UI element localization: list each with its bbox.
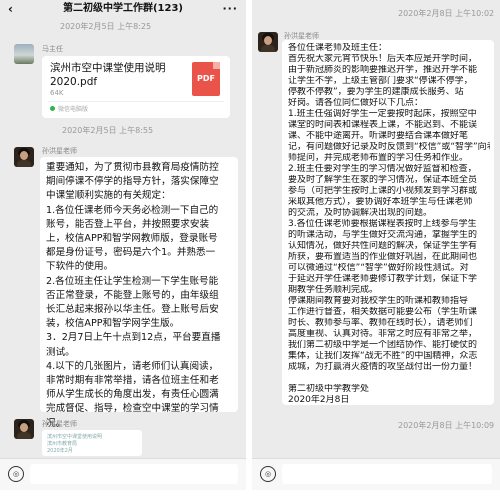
pdf-icon: PDF bbox=[192, 62, 220, 96]
message-line: 所获，要布置适当的作业做好巩固，在此期间也 bbox=[288, 252, 478, 262]
message-line: 参与（可把学生按时上课的小视频发到学习群或 bbox=[288, 186, 478, 196]
message-line: 可以微通过“校信”“智学”做好阶段性测试。对 bbox=[288, 263, 469, 273]
message-line: 3.各位任课老师要根据课程表按时上线参与学生 bbox=[288, 219, 477, 229]
avatar[interactable] bbox=[14, 44, 34, 64]
message-line: 3．2月7日上午十点到12点，平台要直播 bbox=[46, 332, 221, 344]
timestamp: 2020年2月5日 上午8:55 bbox=[62, 126, 154, 135]
message-line: 高度重视、认真对待。非常之时应有非常之举， bbox=[288, 329, 478, 339]
message-bubble[interactable]: 重要通知，为了贯彻市县教育局疫情防控 期间停课不停学的指导方针，落实保障空 中课堂顺… bbox=[40, 157, 238, 429]
divider bbox=[48, 101, 224, 102]
timestamp: 2020年2月8日 上午10:09 bbox=[398, 421, 495, 430]
message-line: 师从学生成长的角度出发，有责任心圆满 bbox=[46, 389, 219, 401]
avatar[interactable] bbox=[14, 419, 34, 439]
message-line: 期教学任务顺利完成。 bbox=[288, 285, 379, 295]
message-line: 让学生不学，上级主管部门要求“停课不停学， bbox=[288, 76, 473, 86]
message-line: 的听课活动，与学生做好交流沟通，掌握学生的 bbox=[288, 230, 478, 240]
message-line: 我们第二初级中学是一个团结协作、能打硬仗的 bbox=[288, 340, 478, 350]
message-line: 好岗。请各位同仁做好以下几点： bbox=[288, 98, 424, 108]
message-line: 首先祝大家元宵节快乐！后天本应是开学时间， bbox=[288, 54, 478, 64]
input-bar: ◎ bbox=[252, 458, 500, 490]
message-line: 时长、教师参与率、教师在线时长），请老师们 bbox=[288, 318, 473, 328]
message-line: 停课期间教育要对我校学生的听课和教师指导 bbox=[288, 296, 469, 306]
message-input[interactable] bbox=[30, 464, 238, 484]
message-line: 1.各位任课老师今天务必检测一下自己的 bbox=[46, 204, 219, 216]
message-line bbox=[288, 373, 490, 384]
voice-icon[interactable]: ◎ bbox=[260, 466, 276, 482]
message-line: 由于新冠肺炎的影响要推迟开学，推迟开学不能 bbox=[288, 65, 478, 75]
message-text: 重要通知，为了贯彻市县教育局疫情防控 期间停课不停学的指导方针，落实保障空 中课堂顺… bbox=[46, 161, 234, 431]
voice-icon[interactable]: ◎ bbox=[8, 466, 24, 482]
message-line: 账号，能否登上平台，并按照要求安装 bbox=[46, 218, 210, 230]
avatar[interactable] bbox=[14, 147, 34, 167]
file-source: 微信电脑版 bbox=[58, 106, 89, 113]
input-bar: ◎ bbox=[0, 458, 246, 490]
file-message[interactable]: 滨州市空中课堂使用说明 2020.pdf 64K 微信电脑版 PDF bbox=[42, 56, 230, 118]
message-line: 的交流，及时协调解决出现的问题。 bbox=[288, 208, 433, 218]
message-line: 各位任课老师及班主任： bbox=[288, 43, 388, 53]
message-text: 各位任课老师及班主任： 首先祝大家元宵节快乐！后天本应是开学时间， 由于新冠肺炎的影… bbox=[288, 43, 490, 406]
sender-name: 孙洪星老师 bbox=[42, 420, 77, 428]
message-line: 师提问，并完成老师布置的学习任务和作业。 bbox=[288, 153, 469, 163]
message-line: 认知情况，做好共性问题的解决，保证学生学有 bbox=[288, 241, 478, 251]
link-message[interactable]: 滨州市空中课堂使用说明 滨州市教育局 2020年2月 bbox=[42, 430, 142, 456]
message-line: 第二初级中学教学处 bbox=[288, 384, 370, 394]
message-line: 装，校信APP和智学网学生版。 bbox=[46, 318, 180, 330]
file-size: 64K bbox=[50, 89, 64, 97]
message-line: 测试。 bbox=[46, 346, 75, 358]
message-line: 课堂的时间表和课程表上课，不能迟到、不能误 bbox=[288, 120, 478, 130]
message-line: 上，校信APP和智学网教师版，登录账号 bbox=[46, 233, 218, 245]
sender-name: 孙洪星老师 bbox=[42, 147, 77, 155]
message-line: 非常时期有非常举措，请各位班主任和老 bbox=[46, 375, 219, 387]
message-line: 2020年2月8日 bbox=[288, 395, 350, 405]
more-icon[interactable]: ··· bbox=[222, 0, 238, 18]
avatar[interactable] bbox=[258, 32, 278, 52]
message-line: 重要通知，为了贯彻市县教育局疫情防控 bbox=[46, 162, 219, 173]
sender-name: 马主任 bbox=[42, 45, 63, 53]
message-line: 采取其他方式），要协调好本班学生与任课老师 bbox=[288, 197, 473, 207]
chat-title: ‹ 第二初级中学工作群(123) ··· bbox=[0, 0, 246, 18]
timestamp: 2020年2月5日 上午8:25 bbox=[60, 22, 152, 31]
message-line: 于延迟开学任课老师要修订教学计划，保证下学 bbox=[288, 274, 478, 284]
message-line: 2.班主任要对学生的学习情况做好监督和检查， bbox=[288, 164, 477, 174]
message-line: 都是身份证号，密码是六个1。并熟悉一 bbox=[46, 247, 216, 259]
wechat-pc-icon bbox=[50, 106, 55, 111]
message-line: 中课堂顺利实施的有关规定： bbox=[46, 190, 171, 202]
message-line: 长汇总起来报孙以华主任。登上账号后安 bbox=[46, 304, 219, 316]
timestamp: 2020年2月8日 上午10:02 bbox=[398, 9, 495, 18]
message-line: 完成督促、指导，检查空中课堂的学习情 bbox=[46, 403, 219, 415]
back-icon[interactable]: ‹ bbox=[8, 0, 13, 18]
message-line: 要及时了解学生在家的学习情况，保证本班全员 bbox=[288, 175, 478, 185]
message-line: 2.各位班主任让学生检测一下学生账号能 bbox=[46, 275, 219, 287]
message-line: 集体，让我们发挥“战无不胜”的中国精神，众志 bbox=[288, 351, 478, 361]
message-input[interactable] bbox=[282, 464, 492, 484]
message-line: 工作进行督查，相关数据可能要公布（学生听课 bbox=[288, 307, 478, 317]
message-line: 下软件的使用。 bbox=[46, 261, 114, 273]
chat-title-text: 第二初级中学工作群(123) bbox=[62, 3, 183, 14]
message-line: 课、不能中途离开。听课时要结合课本做好笔 bbox=[288, 131, 469, 141]
message-line: 否正常登录，不能登上账号的，由年级组 bbox=[46, 289, 219, 301]
message-line: 期间停课不停学的指导方针，落实保障空 bbox=[46, 176, 219, 188]
file-name: 滨州市空中课堂使用说明 2020.pdf bbox=[50, 62, 166, 88]
left-chat-panel: ‹ 第二初级中学工作群(123) ··· 2020年2月5日 上午8:25 马主… bbox=[0, 0, 246, 490]
message-line: 成城，为打赢消灭疫情的攻坚战付出一份力量！ bbox=[288, 362, 478, 372]
message-line: 4.以下的几张图片，请老师们认真阅读， bbox=[46, 360, 219, 372]
message-line: 记，有问题做好记录及时反馈到“校信”或“智学”向老 bbox=[288, 142, 490, 152]
message-bubble[interactable]: 各位任课老师及班主任： 首先祝大家元宵节快乐！后天本应是开学时间， 由于新冠肺炎的影… bbox=[282, 40, 494, 405]
message-line: 1.班主任强调好学生一定要按时起床，按照空中 bbox=[288, 109, 477, 119]
right-chat-panel: 2020年2月8日 上午10:02 孙洪星老师 各位任课老师及班主任： 首先祝大家… bbox=[252, 0, 500, 490]
message-line: 停教不停教”，要为学生的建康成长服务、站 bbox=[288, 87, 464, 97]
